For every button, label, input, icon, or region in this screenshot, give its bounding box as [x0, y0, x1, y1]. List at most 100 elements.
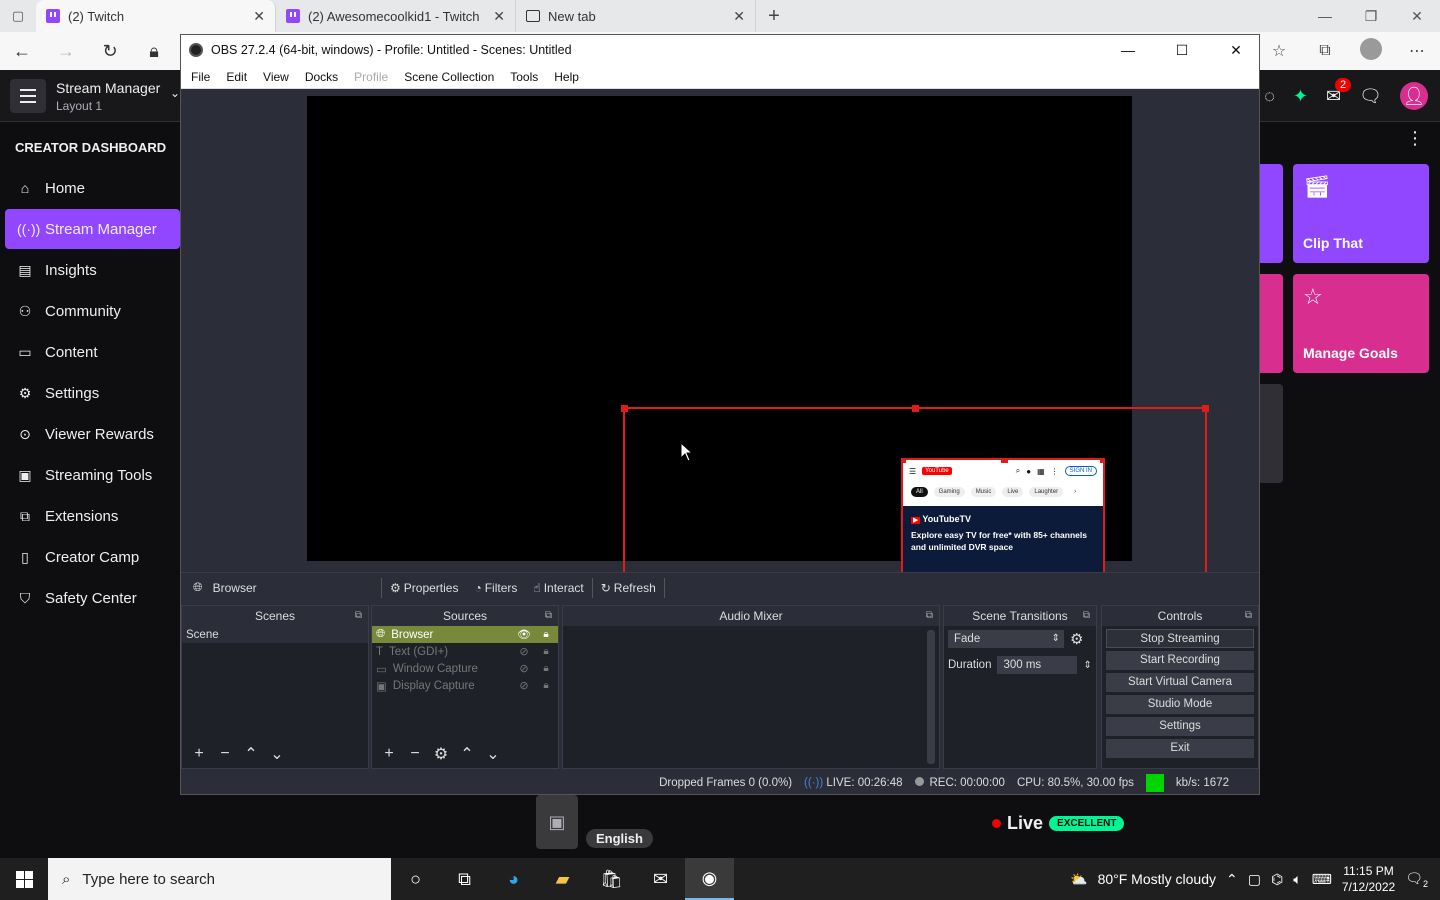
new-tab-button[interactable]: +: [756, 5, 792, 28]
close-icon[interactable]: ✕: [1213, 42, 1259, 59]
sidebar-item-creator-camp[interactable]: ▯ Creator Camp: [5, 537, 180, 577]
source-item-window-capture[interactable]: ▭ Window Capture ⊘ 🔒︎: [372, 660, 558, 677]
lock-icon[interactable]: 🔒︎: [538, 646, 554, 657]
stream-manager-title[interactable]: Stream Manager: [56, 80, 160, 96]
resize-handle[interactable]: [903, 460, 906, 463]
exit-button[interactable]: Exit: [1106, 739, 1254, 758]
menu-edit[interactable]: Edit: [218, 70, 255, 84]
clock[interactable]: 11:15 PM 7/12/2022: [1342, 863, 1395, 895]
close-window-icon[interactable]: ✕: [1394, 8, 1440, 25]
eye-hidden-icon[interactable]: ⊘: [516, 662, 532, 675]
profile-icon[interactable]: [1348, 37, 1394, 65]
user-avatar[interactable]: 👤︎: [1400, 82, 1428, 110]
forward-icon[interactable]: →: [44, 41, 88, 62]
popout-icon[interactable]: ⧉: [926, 606, 933, 626]
edge-icon[interactable]: ◕: [489, 858, 538, 900]
taskbar-search-input[interactable]: ⌕ Type here to search: [48, 858, 391, 900]
resize-handle[interactable]: [912, 405, 919, 412]
help-icon[interactable]: ◌: [1264, 86, 1275, 107]
popout-icon[interactable]: ⧉: [355, 606, 362, 626]
sparkle-icon[interactable]: ✦: [1293, 86, 1308, 107]
gear-icon[interactable]: ⚙: [430, 744, 452, 764]
ime-icon[interactable]: ⌨: [1312, 871, 1332, 888]
chevron-down-icon[interactable]: ⌄: [170, 86, 180, 100]
clip-that-tile[interactable]: 🎬︎ Clip That: [1293, 164, 1429, 263]
browser-tab-awesomecoolkid1[interactable]: (2) Awesomecoolkid1 - Twitch ✕: [276, 0, 516, 32]
stop-streaming-button[interactable]: Stop Streaming: [1106, 629, 1254, 648]
browser-tab-twitch[interactable]: (2) Twitch ✕: [36, 0, 276, 32]
back-icon[interactable]: ←: [0, 41, 44, 62]
add-icon[interactable]: +: [378, 745, 400, 763]
menu-scene-collection[interactable]: Scene Collection: [396, 70, 502, 84]
quick-action-tile-partial[interactable]: [1258, 274, 1283, 373]
resize-handle[interactable]: [1100, 460, 1103, 463]
resize-handle[interactable]: [621, 405, 628, 412]
task-view-icon[interactable]: ⧉: [440, 858, 489, 900]
start-recording-button[interactable]: Start Recording: [1106, 651, 1254, 670]
quick-action-tile-partial[interactable]: [1258, 384, 1283, 483]
meet-now-icon[interactable]: ▢: [1248, 871, 1261, 888]
sidebar-item-settings[interactable]: ⚙ Settings: [5, 373, 180, 413]
reload-icon[interactable]: ↻: [88, 41, 132, 62]
interact-button[interactable]: ☝ Interact: [525, 581, 591, 595]
filters-button[interactable]: ◔ Filters: [466, 581, 525, 595]
source-item-browser[interactable]: 🌐︎ Browser 👁︎ 🔒︎: [372, 626, 558, 643]
popout-icon[interactable]: ⧉: [1083, 606, 1090, 626]
remove-icon[interactable]: −: [404, 745, 426, 763]
lock-icon[interactable]: 🔒︎: [538, 629, 554, 640]
inbox-icon[interactable]: ✉ 2: [1326, 77, 1352, 107]
menu-tools[interactable]: Tools: [502, 70, 546, 84]
resize-handle[interactable]: [1202, 405, 1209, 412]
move-down-icon[interactable]: ⌄: [266, 744, 288, 764]
collections-icon[interactable]: ⧉: [1302, 42, 1348, 60]
lock-icon[interactable]: 🔒︎: [538, 680, 554, 691]
browser-source-youtube[interactable]: ☰ YouTube ⌕ ● ▦ ⋮ SIGN IN All Gaming Mus…: [901, 458, 1105, 572]
sidebar-item-extensions[interactable]: ⧉ Extensions: [5, 496, 180, 536]
properties-button[interactable]: ⚙ Properties: [382, 581, 466, 595]
close-tab-icon[interactable]: ✕: [733, 8, 745, 25]
menu-profile[interactable]: Profile: [346, 70, 396, 84]
resize-handle[interactable]: [1001, 460, 1008, 463]
close-tab-icon[interactable]: ✕: [493, 8, 505, 25]
sidebar-item-home[interactable]: ⌂ Home: [5, 168, 180, 208]
move-down-icon[interactable]: ⌄: [482, 744, 504, 764]
weather-text[interactable]: 80°F Mostly cloudy: [1098, 871, 1216, 887]
browser-tab-new-tab[interactable]: New tab ✕: [516, 0, 756, 32]
notifications-icon[interactable]: 🗨︎2: [1405, 870, 1428, 889]
remove-icon[interactable]: −: [214, 745, 236, 763]
sidebar-item-streaming-tools[interactable]: ▣ Streaming Tools: [5, 455, 180, 495]
settings-button[interactable]: Settings: [1106, 717, 1254, 736]
scene-item[interactable]: Scene: [182, 626, 368, 643]
popout-icon[interactable]: ⧉: [545, 606, 552, 626]
menu-icon[interactable]: [10, 79, 46, 113]
maximize-icon[interactable]: ☐: [1159, 42, 1205, 59]
more-icon[interactable]: ⋯: [1394, 41, 1440, 61]
move-up-icon[interactable]: ⌃: [456, 744, 478, 764]
eye-hidden-icon[interactable]: ⊘: [516, 679, 532, 692]
network-icon[interactable]: ⌬: [1271, 871, 1283, 888]
minimize-icon[interactable]: —: [1105, 42, 1151, 58]
manage-goals-tile[interactable]: ☆ Manage Goals: [1293, 274, 1429, 373]
mixer-scrollbar[interactable]: [927, 630, 935, 764]
chevron-up-icon[interactable]: ⌃: [1226, 871, 1238, 888]
menu-view[interactable]: View: [255, 70, 297, 84]
menu-file[interactable]: File: [183, 70, 218, 84]
weather-icon[interactable]: ⛅: [1070, 871, 1087, 888]
more-options-icon[interactable]: ⋮: [1406, 128, 1424, 149]
quick-action-tile-partial[interactable]: [1258, 164, 1283, 263]
add-icon[interactable]: +: [188, 745, 210, 763]
cortana-icon[interactable]: ○: [391, 858, 440, 900]
mail-icon[interactable]: ✉: [636, 858, 685, 900]
transition-select[interactable]: Fade: [948, 630, 1064, 648]
sidebar-item-content[interactable]: ▭ Content: [5, 332, 180, 372]
tab-actions-icon[interactable]: ▢: [0, 0, 36, 32]
whisper-icon[interactable]: 🗨︎: [1359, 86, 1382, 107]
restore-icon[interactable]: ❐: [1348, 8, 1394, 25]
sidebar-item-safety-center[interactable]: ⛉ Safety Center: [5, 578, 180, 618]
close-tab-icon[interactable]: ✕: [253, 8, 265, 25]
sidebar-item-insights[interactable]: ▤ Insights: [5, 250, 180, 290]
lock-icon[interactable]: 🔒︎: [538, 663, 554, 674]
start-virtual-camera-button[interactable]: Start Virtual Camera: [1106, 673, 1254, 692]
menu-help[interactable]: Help: [546, 70, 587, 84]
sidebar-item-community[interactable]: ⚇ Community: [5, 291, 180, 331]
